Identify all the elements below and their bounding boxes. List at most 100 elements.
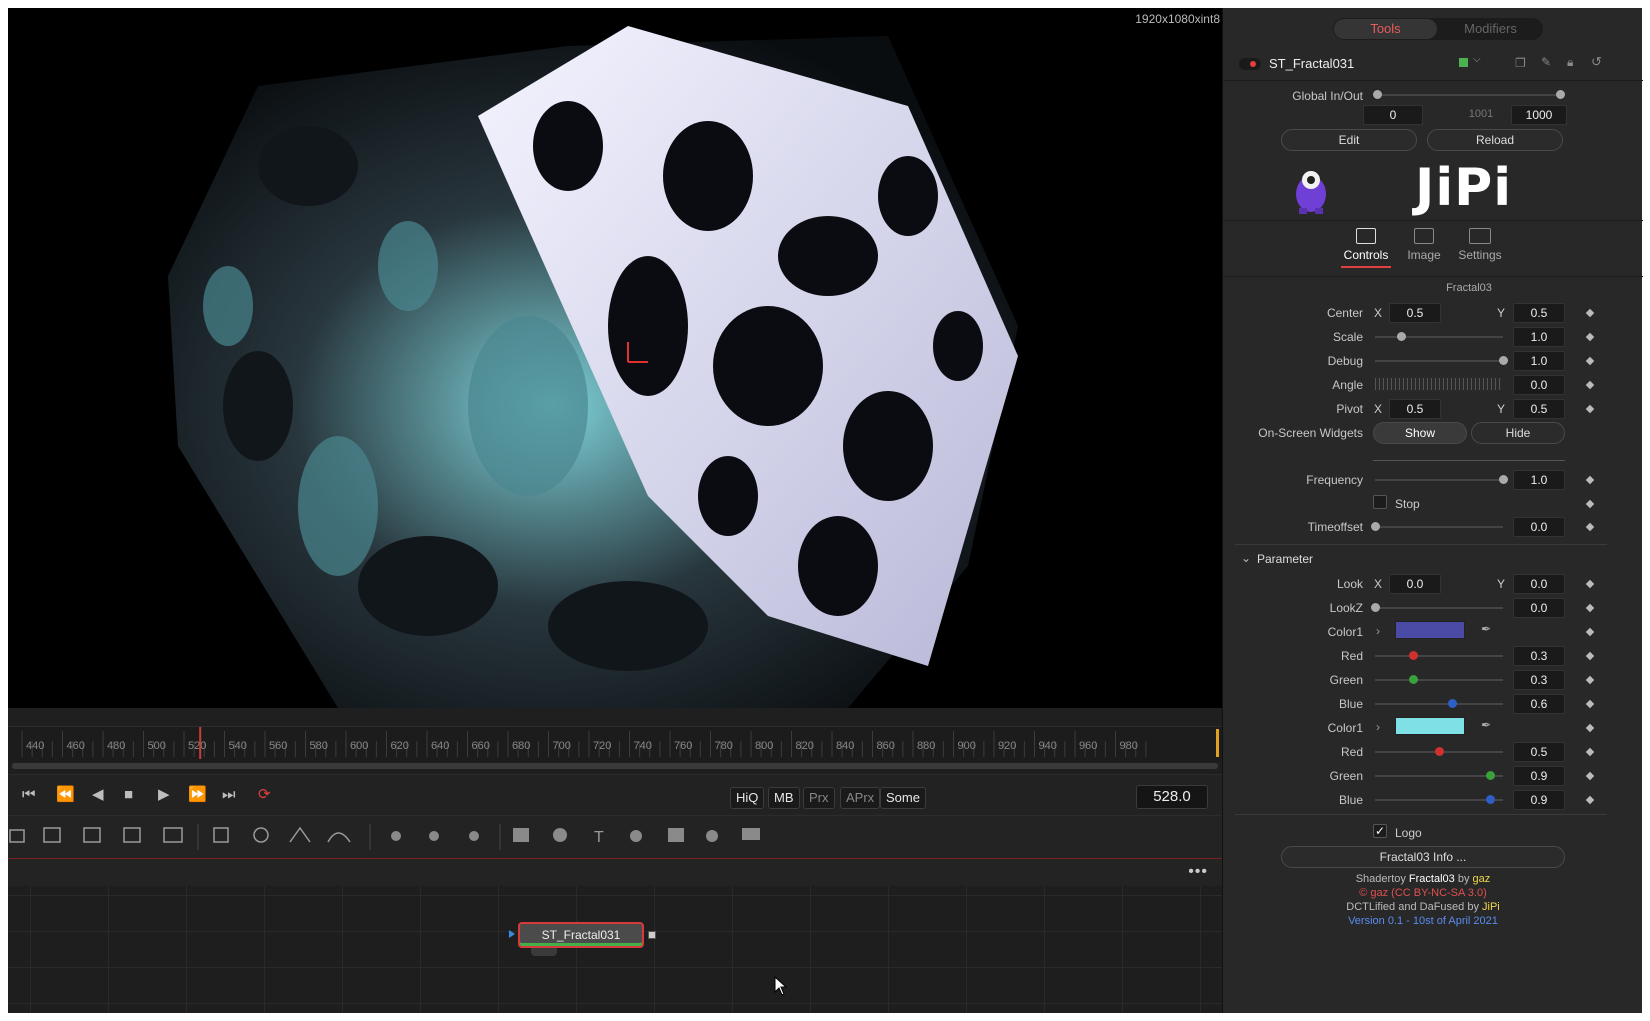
color-tag-icon[interactable] bbox=[1459, 58, 1468, 67]
blue-slider[interactable] bbox=[1375, 699, 1503, 708]
angle-thumbwheel[interactable] bbox=[1375, 378, 1503, 390]
mask-tool-icon[interactable] bbox=[83, 827, 101, 843]
text3d-icon[interactable]: T bbox=[594, 829, 604, 846]
keyframe-icon[interactable] bbox=[1585, 723, 1595, 733]
timeoffset-field[interactable]: 0.0 bbox=[1513, 517, 1565, 537]
slider-knob[interactable] bbox=[1409, 675, 1419, 684]
keyframe-icon[interactable] bbox=[1585, 603, 1595, 613]
keyframe-icon[interactable] bbox=[1585, 699, 1595, 709]
keyframe-icon[interactable] bbox=[1585, 475, 1595, 485]
credits-author[interactable]: gaz bbox=[1473, 873, 1491, 885]
slider-knob[interactable] bbox=[1409, 651, 1419, 660]
keyframe-icon[interactable] bbox=[1585, 522, 1595, 532]
look-x-field[interactable]: 0.0 bbox=[1389, 574, 1441, 594]
play-icon[interactable]: ▶ bbox=[158, 787, 170, 803]
polygon-mask-icon[interactable] bbox=[289, 826, 311, 843]
keyframe-icon[interactable] bbox=[1585, 308, 1595, 318]
scale-slider[interactable] bbox=[1375, 332, 1503, 341]
green-slider[interactable] bbox=[1375, 771, 1503, 780]
pin-icon[interactable]: ✎ bbox=[1541, 55, 1551, 69]
red-slider[interactable] bbox=[1375, 747, 1503, 756]
go-to-start-icon[interactable]: ⏮ bbox=[22, 787, 36, 803]
keyframe-icon[interactable] bbox=[1585, 771, 1595, 781]
particle-emitter-icon[interactable] bbox=[391, 831, 401, 841]
keyframe-icon[interactable] bbox=[1585, 579, 1595, 589]
subtab-image[interactable]: Image bbox=[1399, 228, 1449, 262]
parameter-section-header[interactable]: Parameter bbox=[1257, 552, 1313, 566]
prx-button[interactable]: Prx bbox=[803, 787, 835, 809]
look-y-field[interactable]: 0.0 bbox=[1513, 574, 1565, 594]
tab-modifiers[interactable]: Modifiers bbox=[1439, 19, 1542, 39]
angle-field[interactable]: 0.0 bbox=[1513, 375, 1565, 395]
background-tool-icon[interactable] bbox=[9, 829, 25, 843]
tool-enable-toggle[interactable] bbox=[1239, 58, 1261, 70]
image-plane-icon[interactable] bbox=[742, 828, 760, 840]
slider-knob[interactable] bbox=[1486, 771, 1496, 780]
shape3d-icon[interactable] bbox=[513, 828, 529, 842]
green-field[interactable]: 0.3 bbox=[1513, 670, 1565, 690]
merge3d-icon[interactable] bbox=[553, 828, 567, 842]
aprx-button[interactable]: APrx bbox=[840, 787, 881, 809]
rectangle-mask-icon[interactable] bbox=[213, 827, 229, 843]
keyframe-icon[interactable] bbox=[1585, 627, 1595, 637]
credits-license[interactable]: © gaz (CC BY-NC-SA 3.0) bbox=[1223, 886, 1623, 900]
more-options-icon[interactable]: ••• bbox=[1188, 863, 1208, 881]
keyframe-icon[interactable] bbox=[1585, 404, 1595, 414]
subtab-settings[interactable]: Settings bbox=[1453, 228, 1507, 262]
go-to-end-icon[interactable]: ⏭ bbox=[222, 787, 236, 803]
red-field[interactable]: 0.3 bbox=[1513, 646, 1565, 666]
global-out-handle[interactable] bbox=[1556, 90, 1565, 99]
flow-node[interactable]: ST_Fractal031 bbox=[518, 922, 644, 948]
node-input-port[interactable] bbox=[509, 930, 515, 938]
subtab-controls[interactable]: Controls bbox=[1341, 228, 1391, 268]
center-y-field[interactable]: 0.5 bbox=[1513, 303, 1565, 323]
loop-icon[interactable]: ⟳ bbox=[258, 787, 271, 803]
green-field[interactable]: 0.9 bbox=[1513, 766, 1565, 786]
lock-icon[interactable]: 🔒︎ bbox=[1567, 55, 1573, 70]
version-icon[interactable]: ❐ bbox=[1515, 56, 1526, 70]
keyframe-icon[interactable] bbox=[1585, 675, 1595, 685]
green-slider[interactable] bbox=[1375, 675, 1503, 684]
info-button[interactable]: Fractal03 Info ... bbox=[1281, 846, 1565, 868]
debug-field[interactable]: 1.0 bbox=[1513, 351, 1565, 371]
flow-editor[interactable]: ST_Fractal031 bbox=[8, 886, 1222, 1013]
scale-field[interactable]: 1.0 bbox=[1513, 327, 1565, 347]
keyframe-icon[interactable] bbox=[1585, 747, 1595, 757]
chevron-down-icon[interactable]: ⌵ bbox=[1473, 54, 1481, 65]
bspline-mask-icon[interactable] bbox=[327, 832, 351, 843]
color1-swatch[interactable] bbox=[1395, 717, 1465, 735]
viewer[interactable]: 1920x1080xint8 bbox=[8, 8, 1222, 708]
lookz-field[interactable]: 0.0 bbox=[1513, 598, 1565, 618]
keyframe-icon[interactable] bbox=[1585, 332, 1595, 342]
hide-widgets-button[interactable]: Hide bbox=[1471, 422, 1565, 444]
current-frame-field[interactable]: 528.0 bbox=[1136, 785, 1208, 809]
some-button[interactable]: Some bbox=[880, 787, 926, 809]
center-x-field[interactable]: 0.5 bbox=[1389, 303, 1441, 323]
keyframe-icon[interactable] bbox=[1585, 499, 1595, 509]
timeline-scrollbar[interactable] bbox=[12, 763, 1218, 769]
reload-button[interactable]: Reload bbox=[1427, 129, 1563, 151]
reset-icon[interactable]: ↺ bbox=[1591, 54, 1602, 70]
keyframe-icon[interactable] bbox=[1585, 651, 1595, 661]
credits-version[interactable]: Version 0.1 - 10st of April 2021 bbox=[1223, 914, 1623, 928]
timeoffset-slider[interactable] bbox=[1371, 522, 1503, 531]
color1-swatch[interactable] bbox=[1395, 621, 1465, 639]
stop-checkbox[interactable] bbox=[1373, 495, 1387, 509]
text-particle-icon[interactable] bbox=[469, 831, 479, 841]
slider-knob[interactable] bbox=[1447, 699, 1457, 708]
slider-knob[interactable] bbox=[1396, 332, 1406, 341]
slider-knob[interactable] bbox=[1371, 603, 1380, 612]
pivot-y-field[interactable]: 0.5 bbox=[1513, 399, 1565, 419]
light3d-icon[interactable] bbox=[706, 830, 718, 842]
node-mask-port[interactable] bbox=[531, 948, 557, 956]
mb-button[interactable]: MB bbox=[768, 787, 800, 809]
red-slider[interactable] bbox=[1375, 651, 1503, 660]
credits-jipi[interactable]: JiPi bbox=[1482, 901, 1500, 913]
render-end-marker[interactable] bbox=[1216, 729, 1219, 757]
slider-knob[interactable] bbox=[1499, 356, 1508, 365]
ellipse-mask-icon[interactable] bbox=[253, 827, 269, 843]
logo-checkbox[interactable]: ✓ bbox=[1373, 824, 1387, 838]
play-reverse-icon[interactable]: ◀ bbox=[92, 787, 104, 803]
keyframe-icon[interactable] bbox=[1585, 380, 1595, 390]
merge-tool-icon[interactable] bbox=[43, 827, 61, 843]
